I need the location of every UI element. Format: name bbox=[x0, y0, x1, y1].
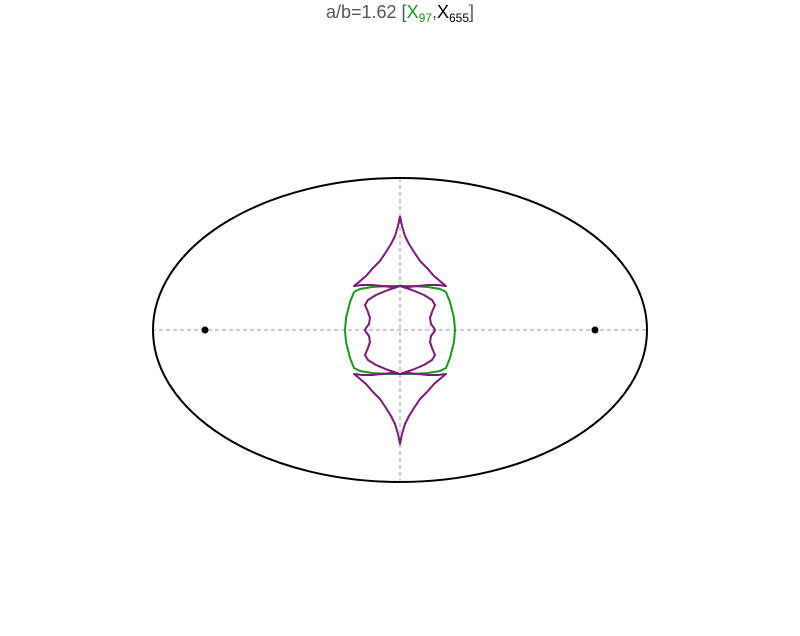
focus-left bbox=[201, 326, 209, 334]
focus-right bbox=[591, 326, 599, 334]
ellipse-diagram bbox=[152, 177, 648, 483]
